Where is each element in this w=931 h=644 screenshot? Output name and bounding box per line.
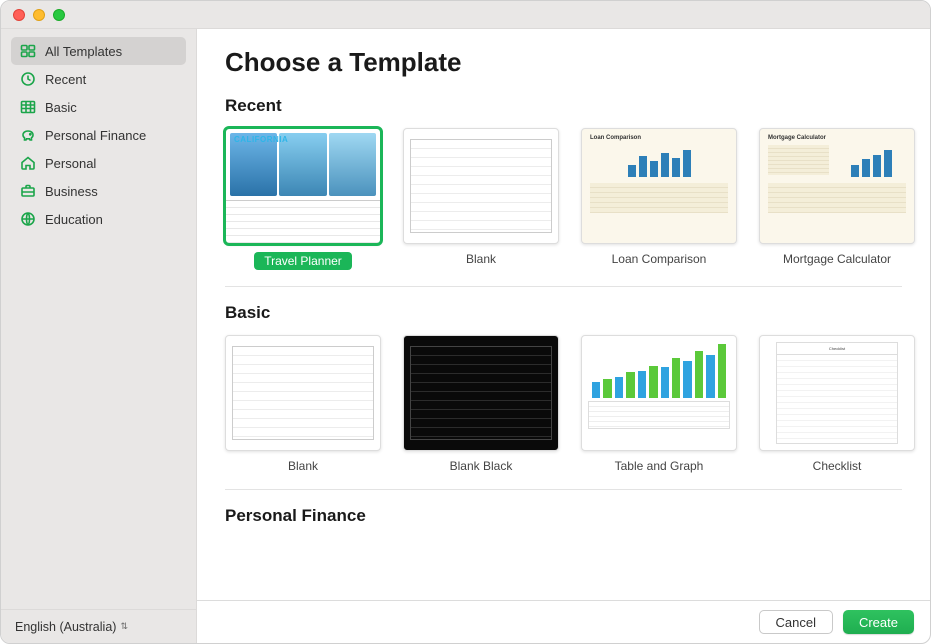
template-label: Travel Planner (254, 252, 352, 270)
section-personal-finance: Personal Finance (225, 506, 930, 526)
template-thumbnail: Mortgage Calculator (759, 128, 915, 244)
template-thumbnail (225, 335, 381, 451)
template-mortgage-calculator[interactable]: Mortgage Calculator Mortgage Calculator (759, 128, 915, 270)
doc-title: Checklist (777, 343, 897, 355)
section-title: Personal Finance (225, 506, 930, 526)
cancel-button[interactable]: Cancel (759, 610, 833, 634)
clock-icon (19, 70, 37, 88)
window-zoom-button[interactable] (53, 9, 65, 21)
template-blank-basic[interactable]: Blank (225, 335, 381, 473)
template-label: Mortgage Calculator (783, 252, 891, 266)
template-thumbnail (581, 335, 737, 451)
sidebar-item-personal-finance[interactable]: Personal Finance (11, 121, 186, 149)
sidebar-item-recent[interactable]: Recent (11, 65, 186, 93)
section-divider (225, 489, 902, 490)
language-label: English (Australia) (15, 620, 116, 634)
titlebar (1, 1, 930, 29)
doc-title: Mortgage Calculator (768, 135, 906, 141)
template-label: Table and Graph (615, 459, 704, 473)
template-row-recent: CALIFORNIA Travel Planner Blank (225, 128, 930, 276)
sidebar-item-label: Recent (45, 72, 86, 87)
sidebar-item-label: Education (45, 212, 103, 227)
create-button[interactable]: Create (843, 610, 914, 634)
window-body: All Templates Recent Basic Personal Fina… (1, 29, 930, 643)
template-label: Checklist (813, 459, 862, 473)
template-label: Blank (466, 252, 496, 266)
doc-title: Loan Comparison (590, 135, 728, 141)
window-minimize-button[interactable] (33, 9, 45, 21)
briefcase-icon (19, 182, 37, 200)
sidebar-item-personal[interactable]: Personal (11, 149, 186, 177)
language-selector[interactable]: English (Australia) ⇅ (1, 609, 196, 643)
sidebar-item-basic[interactable]: Basic (11, 93, 186, 121)
sidebar-item-label: Basic (45, 100, 77, 115)
page-title: Choose a Template (225, 47, 930, 78)
template-table-and-graph[interactable]: Table and Graph (581, 335, 737, 473)
content-scroll[interactable]: Choose a Template Recent CALIFORNIA Trav… (197, 29, 930, 600)
section-title: Recent (225, 96, 930, 116)
template-blank[interactable]: Blank (403, 128, 559, 270)
template-travel-planner[interactable]: CALIFORNIA Travel Planner (225, 128, 381, 270)
sidebar-item-education[interactable]: Education (11, 205, 186, 233)
section-recent: Recent CALIFORNIA Travel Planner (225, 96, 930, 276)
sidebar-item-label: Personal Finance (45, 128, 146, 143)
globe-icon (19, 210, 37, 228)
sidebar: All Templates Recent Basic Personal Fina… (1, 29, 197, 643)
sidebar-item-label: Business (45, 184, 98, 199)
grid-icon (19, 42, 37, 60)
window-close-button[interactable] (13, 9, 25, 21)
table-icon (19, 98, 37, 116)
footer: Cancel Create (197, 600, 930, 643)
template-checklist[interactable]: Checklist Checklist (759, 335, 915, 473)
template-label: Loan Comparison (612, 252, 707, 266)
home-icon (19, 154, 37, 172)
template-blank-black[interactable]: Blank Black (403, 335, 559, 473)
sidebar-item-business[interactable]: Business (11, 177, 186, 205)
template-label: Blank (288, 459, 318, 473)
sidebar-item-label: Personal (45, 156, 96, 171)
sidebar-list: All Templates Recent Basic Personal Fina… (1, 37, 196, 609)
section-basic: Basic Blank Blank Black (225, 303, 930, 479)
template-thumbnail (403, 335, 559, 451)
template-loan-comparison[interactable]: Loan Comparison Loan Comparison (581, 128, 737, 270)
main-area: Choose a Template Recent CALIFORNIA Trav… (197, 29, 930, 643)
template-chooser-window: All Templates Recent Basic Personal Fina… (0, 0, 931, 644)
template-label: Blank Black (450, 459, 513, 473)
template-row-basic: Blank Blank Black (225, 335, 930, 479)
chevron-updown-icon: ⇅ (120, 621, 128, 632)
template-thumbnail: CALIFORNIA (225, 128, 381, 244)
template-thumbnail (403, 128, 559, 244)
thumb-banner: CALIFORNIA (234, 135, 288, 144)
sidebar-item-label: All Templates (45, 44, 122, 59)
sidebar-item-all-templates[interactable]: All Templates (11, 37, 186, 65)
template-thumbnail: Checklist (759, 335, 915, 451)
section-divider (225, 286, 902, 287)
template-thumbnail: Loan Comparison (581, 128, 737, 244)
piggy-bank-icon (19, 126, 37, 144)
section-title: Basic (225, 303, 930, 323)
